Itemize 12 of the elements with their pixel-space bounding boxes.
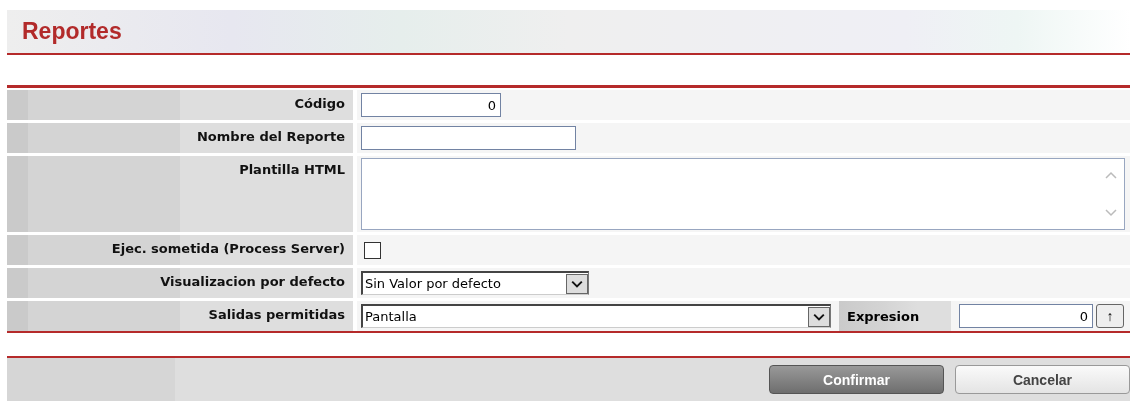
dropdown-field[interactable]: Pantalla	[361, 304, 831, 328]
input-field[interactable]	[361, 126, 576, 150]
dropdown-field[interactable]: Sin Valor por defecto	[361, 271, 589, 295]
confirm-button[interactable]: Confirmar	[769, 365, 944, 394]
field-label: Expresion	[839, 301, 951, 331]
cancel-button[interactable]: Cancelar	[955, 365, 1130, 394]
up-button[interactable]: ↑	[1096, 304, 1124, 328]
input-field[interactable]: 0	[361, 93, 501, 117]
text-area[interactable]	[361, 158, 1125, 230]
checkbox[interactable]	[364, 241, 381, 259]
input-field[interactable]: 0	[959, 304, 1093, 328]
page-title: Reportes	[22, 18, 122, 45]
